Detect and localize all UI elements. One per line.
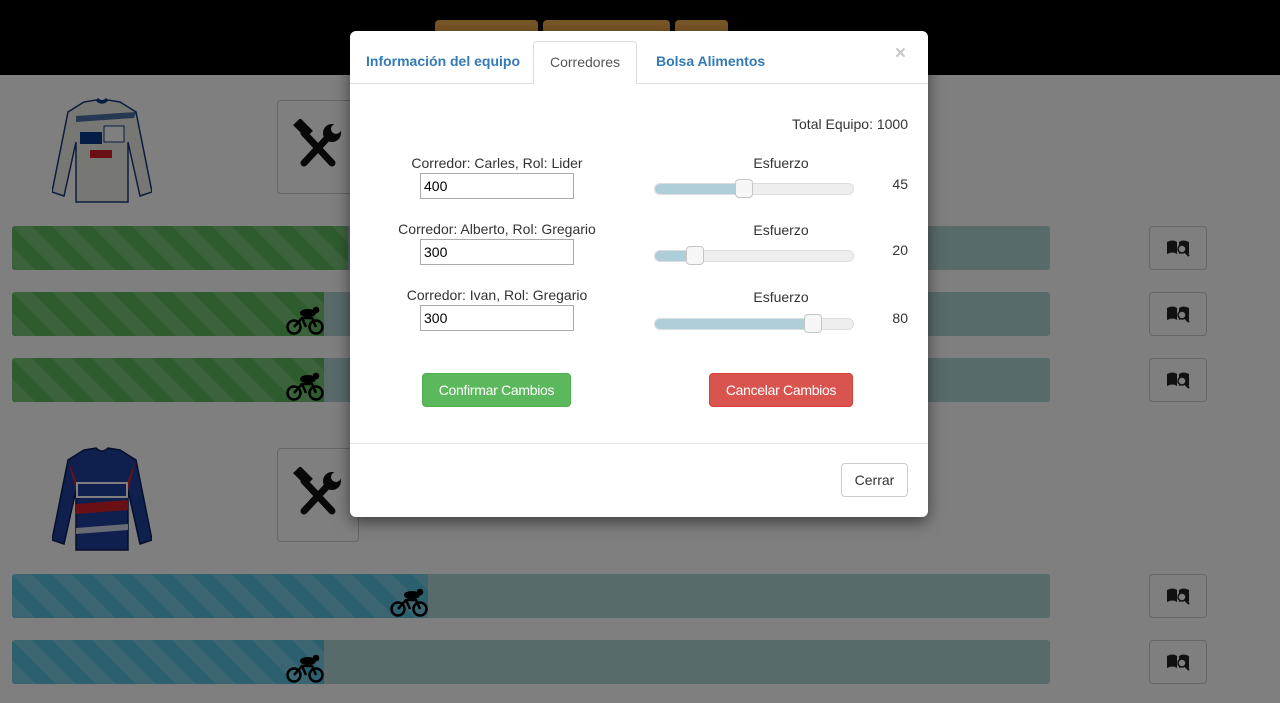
effort-slider[interactable] bbox=[654, 179, 854, 198]
rider-label: Corredor: Carles, Rol: Lider bbox=[411, 155, 583, 171]
effort-value: 20 bbox=[892, 242, 908, 258]
modal-tabs: Información del equipo Corredores Bolsa … bbox=[350, 31, 928, 84]
modal-footer: Cerrar bbox=[350, 443, 928, 518]
effort-slider-handle[interactable] bbox=[686, 246, 704, 265]
cancel-changes-button[interactable]: Cancelar Cambios bbox=[709, 373, 853, 407]
team-total: Total Equipo: 1000 bbox=[792, 116, 908, 132]
tab-food-bag[interactable]: Bolsa Alimentos bbox=[640, 41, 781, 82]
rider-label: Corredor: Ivan, Rol: Gregario bbox=[406, 287, 588, 303]
effort-slider[interactable] bbox=[654, 314, 854, 333]
close-button[interactable]: Cerrar bbox=[841, 463, 908, 497]
team-modal: Información del equipo Corredores Bolsa … bbox=[350, 31, 928, 517]
rider-label: Corredor: Alberto, Rol: Gregario bbox=[398, 221, 596, 237]
tab-riders[interactable]: Corredores bbox=[533, 41, 638, 84]
close-icon[interactable]: × bbox=[895, 43, 906, 65]
rider-amount-input[interactable] bbox=[420, 305, 574, 331]
effort-slider[interactable] bbox=[654, 246, 854, 265]
effort-label: Esfuerzo bbox=[753, 222, 809, 238]
effort-label: Esfuerzo bbox=[753, 155, 809, 171]
effort-value: 45 bbox=[892, 176, 908, 192]
effort-label: Esfuerzo bbox=[753, 289, 809, 305]
tab-team-info[interactable]: Información del equipo bbox=[350, 41, 536, 82]
rider-amount-input[interactable] bbox=[420, 173, 574, 199]
effort-slider-handle[interactable] bbox=[804, 314, 822, 333]
effort-value: 80 bbox=[892, 310, 908, 326]
effort-slider-handle[interactable] bbox=[735, 179, 753, 198]
confirm-changes-button[interactable]: Confirmar Cambios bbox=[422, 373, 571, 407]
rider-amount-input[interactable] bbox=[420, 239, 574, 265]
